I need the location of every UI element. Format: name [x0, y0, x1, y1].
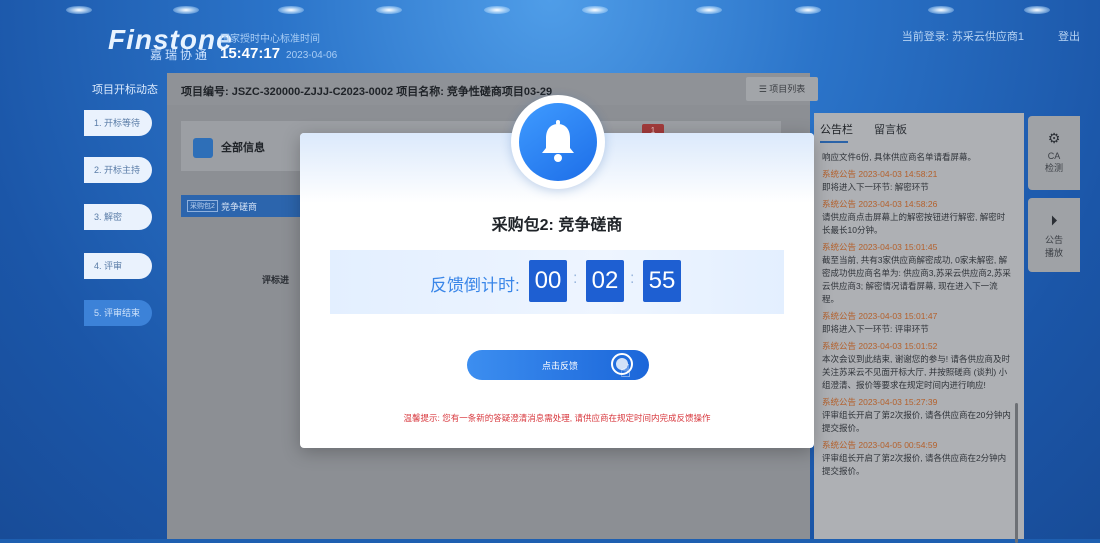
- ca-check-button[interactable]: ⚙ CA 检测: [1028, 116, 1080, 190]
- package-name: 竞争磋商: [221, 202, 258, 212]
- notice-head: 系统公告 2023-04-03 15:01:45: [822, 242, 938, 252]
- countdown-separator: :: [573, 270, 578, 287]
- time-center-label: 国家授时中心标准时间: [220, 34, 320, 45]
- notice-item: 系统公告 2023-04-03 15:01:47 即将进入下一环节: 评审环节: [822, 310, 1012, 336]
- notice-text: 请供应商点击屏幕上的解密按钮进行解密, 解密时长最长10分钟。: [822, 212, 1006, 235]
- notice-item: 响应文件6份, 具体供应商名单请看屏幕。: [822, 151, 1012, 164]
- stage-light: [582, 6, 608, 14]
- notice-item: 系统公告 2023-04-03 15:01:52 本次会议到此结束, 谢谢您的参与…: [822, 340, 1012, 392]
- brand-logo-subtitle: 嘉瑞协通: [150, 48, 211, 62]
- feedback-button[interactable]: 点击反馈 ☝: [467, 350, 649, 381]
- feedback-button-label: 点击反馈: [542, 361, 579, 371]
- notice-text: 评审组长开启了第2次报价, 请各供应商在2分钟内提交报价。: [822, 453, 1007, 476]
- notice-text: 即将进入下一环节: 评审环节: [822, 324, 929, 334]
- notice-head: 系统公告 2023-04-03 14:58:26: [822, 199, 938, 209]
- notice-board: 公告栏 留言板 响应文件6份, 具体供应商名单请看屏幕。 系统公告 2023-0…: [814, 113, 1024, 543]
- notice-head: 系统公告 2023-04-03 15:27:39: [822, 397, 938, 407]
- tab-underline: [820, 141, 848, 143]
- step-item-3[interactable]: 3. 解密: [84, 204, 152, 230]
- stage-light: [696, 6, 722, 14]
- package-tag: 采购包2: [187, 200, 218, 212]
- notice-head: 系统公告 2023-04-03 15:01:47: [822, 311, 938, 321]
- sidebar-title: 项目开标动态: [92, 84, 158, 96]
- dialog-title: 采购包2: 竞争磋商: [491, 217, 623, 234]
- tab-notice[interactable]: 公告栏: [820, 121, 853, 137]
- tab-message-board[interactable]: 留言板: [874, 121, 907, 137]
- play-icon: ⏵: [1050, 212, 1058, 228]
- step-item-2[interactable]: 2. 开标主持: [84, 157, 152, 183]
- stage-light: [173, 6, 199, 14]
- bell-icon: [542, 120, 574, 162]
- gear-icon: ⚙: [1047, 130, 1061, 146]
- document-icon: [193, 138, 213, 158]
- logout-link[interactable]: 登出: [1058, 28, 1080, 44]
- all-info-tab[interactable]: 全部信息: [221, 139, 265, 155]
- top-bar: Finstone 嘉瑞协通 国家授时中心标准时间 15:47:17 2023-04…: [0, 0, 1100, 70]
- countdown-separator: :: [630, 270, 635, 287]
- ca-label-2: 检测: [1044, 163, 1063, 173]
- countdown-hours: 00: [529, 260, 567, 302]
- clock-time: 15:47:17: [220, 45, 281, 62]
- stage-light: [376, 6, 402, 14]
- notice-item: 系统公告 2023-04-03 14:58:26 请供应商点击屏幕上的解密按钮进行…: [822, 198, 1012, 237]
- countdown-minutes: 02: [586, 260, 624, 302]
- stage-light: [278, 6, 304, 14]
- notice-head: 系统公告 2023-04-03 14:58:21: [822, 169, 938, 179]
- project-title: 项目编号: JSZC-320000-ZJJJ-C2023-0002 项目名称: …: [181, 86, 553, 98]
- ca-label-1: CA: [1047, 151, 1061, 161]
- notice-text: 即将进入下一环节: 解密环节: [822, 182, 929, 192]
- notice-scrollbar[interactable]: [1015, 403, 1018, 543]
- notice-item: 系统公告 2023-04-03 15:27:39 评审组长开启了第2次报价, 请各…: [822, 396, 1012, 435]
- stage-light: [795, 6, 821, 14]
- clock: 15:47:17 2023-04-06: [220, 45, 337, 62]
- countdown-seconds: 55: [643, 260, 681, 302]
- current-login: 当前登录: 苏采云供应商1: [901, 31, 1024, 43]
- bell-badge: [511, 95, 605, 189]
- warm-tip: 温馨提示: 您有一条新的答疑澄清消息需处理, 请供应商在规定时间内完成反馈操作: [403, 413, 711, 423]
- package-bar[interactable]: 采购包2 竞争磋商: [181, 195, 311, 217]
- notice-head: 系统公告 2023-04-05 00:54:59: [822, 440, 938, 450]
- stage-light: [484, 6, 510, 14]
- stage-light: [1024, 6, 1050, 14]
- countdown-label: 反馈倒计时:: [430, 276, 520, 295]
- stage-light: [66, 6, 92, 14]
- countdown-band: 反馈倒计时: 00 : 02 : 55: [330, 250, 784, 314]
- eval-stage-label: 评标进: [262, 275, 290, 285]
- notice-play-button[interactable]: ⏵ 公告 播放: [1028, 198, 1080, 272]
- project-header: 项目编号: JSZC-320000-ZJJJ-C2023-0002 项目名称: …: [167, 73, 818, 105]
- pointer-hand-icon: ☝: [620, 361, 631, 381]
- notice-text: 评审组长开启了第2次报价, 请各供应商在20分钟内提交报价。: [822, 410, 1011, 433]
- notice-text: 响应文件6份, 具体供应商名单请看屏幕。: [822, 152, 976, 162]
- project-list-button[interactable]: ☰ 项目列表: [746, 77, 818, 101]
- bell-circle: [519, 103, 597, 181]
- notice-item: 系统公告 2023-04-03 14:58:21 即将进入下一环节: 解密环节: [822, 168, 1012, 194]
- progress-sidebar: 项目开标动态 1. 开标等待 2. 开标主持 3. 解密 4. 评审 5. 评审…: [80, 73, 162, 539]
- notice-item: 系统公告 2023-04-03 15:01:45 截至当前, 共有3家供应商解密成…: [822, 241, 1012, 306]
- step-item-4[interactable]: 4. 评审: [84, 253, 152, 279]
- clock-date: 2023-04-06: [286, 50, 338, 61]
- notice-text: 本次会议到此结束, 谢谢您的参与! 请各供应商及时关注苏采云不见面开标大厅, 并…: [822, 354, 1010, 390]
- play-label-1: 公告: [1044, 235, 1063, 245]
- notice-item: 系统公告 2023-04-05 00:54:59 评审组长开启了第2次报价, 请各…: [822, 439, 1012, 478]
- stage-light: [928, 6, 954, 14]
- step-item-5[interactable]: 5. 评审结束: [84, 300, 152, 326]
- play-label-2: 播放: [1044, 248, 1063, 258]
- notice-text: 截至当前, 共有3家供应商解密成功, 0家未解密, 解密成功供应商名单为: 供应…: [822, 255, 1011, 304]
- notice-list: 响应文件6份, 具体供应商名单请看屏幕。 系统公告 2023-04-03 14:…: [822, 151, 1012, 539]
- step-item-1[interactable]: 1. 开标等待: [84, 110, 152, 136]
- notice-head: 系统公告 2023-04-03 15:01:52: [822, 341, 938, 351]
